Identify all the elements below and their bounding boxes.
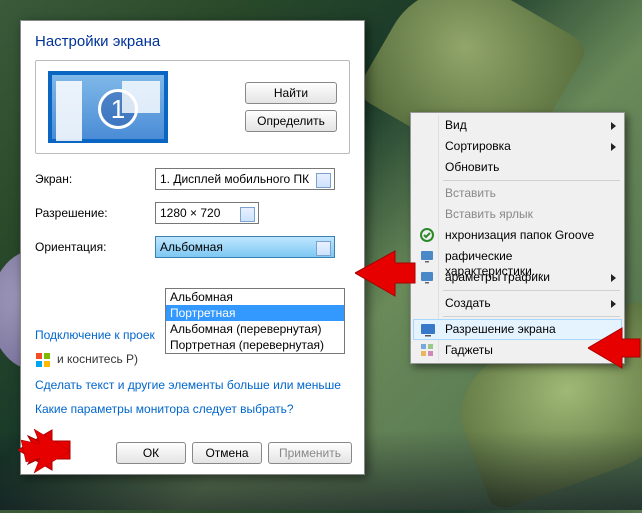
ctx-gfx-params[interactable]: араметры графики: [413, 267, 622, 288]
dialog-title: Настройки экрана: [35, 33, 350, 50]
ctx-groove[interactable]: нхронизация папок Groove: [413, 225, 622, 246]
projector-link[interactable]: Подключение к проек: [35, 328, 155, 342]
screen-label: Экран:: [35, 172, 155, 186]
orientation-dropdown-list[interactable]: Альбомная Портретная Альбомная (переверн…: [165, 288, 345, 354]
monitor-number: 1: [98, 89, 138, 129]
display-settings-dialog: Настройки экрана 1 Найти Определить Экра…: [20, 20, 365, 475]
apply-button[interactable]: Применить: [268, 442, 352, 464]
ctx-refresh[interactable]: Обновить: [413, 157, 622, 178]
ctx-sort[interactable]: Сортировка: [413, 136, 622, 157]
graphics-icon: [419, 269, 435, 285]
desktop-context-menu: Вид Сортировка Обновить Вставить Вставит…: [410, 112, 625, 364]
graphics-icon: [419, 248, 435, 264]
ctx-gadgets[interactable]: Гаджеты: [413, 340, 622, 361]
orientation-option-landscape-flipped[interactable]: Альбомная (перевернутая): [166, 321, 344, 337]
which-settings-link[interactable]: Какие параметры монитора следует выбрать…: [35, 402, 350, 416]
projector-note: и коснитесь Р): [57, 352, 138, 366]
ctx-separator: [443, 316, 620, 317]
monitor-preview-box: 1 Найти Определить: [35, 60, 350, 154]
windows-flag-icon: [35, 352, 51, 368]
resolution-label: Разрешение:: [35, 206, 155, 220]
ctx-screen-resolution[interactable]: Разрешение экрана: [413, 319, 622, 340]
ctx-separator: [443, 290, 620, 291]
resolution-dropdown[interactable]: 1280 × 720: [155, 202, 259, 224]
monitor-icon: [420, 322, 436, 338]
orientation-option-landscape[interactable]: Альбомная: [166, 289, 344, 305]
ctx-separator: [443, 180, 620, 181]
ctx-paste: Вставить: [413, 183, 622, 204]
detect-button[interactable]: Определить: [245, 110, 337, 132]
ctx-paste-shortcut: Вставить ярлык: [413, 204, 622, 225]
ctx-view[interactable]: Вид: [413, 115, 622, 136]
screen-dropdown[interactable]: 1. Дисплей мобильного ПК: [155, 168, 335, 190]
gadgets-icon: [419, 342, 435, 358]
cancel-button[interactable]: Отмена: [192, 442, 262, 464]
orientation-dropdown[interactable]: Альбомная: [155, 236, 335, 258]
textsize-link[interactable]: Сделать текст и другие элементы больше и…: [35, 378, 350, 392]
ctx-gfx-props[interactable]: рафические характеристики...: [413, 246, 622, 267]
monitor-thumbnail[interactable]: 1: [48, 71, 168, 143]
ctx-create[interactable]: Создать: [413, 293, 622, 314]
orientation-option-portrait-flipped[interactable]: Портретная (перевернутая): [166, 337, 344, 353]
groove-sync-icon: [419, 227, 435, 243]
orientation-option-portrait[interactable]: Портретная: [166, 305, 344, 321]
ok-button[interactable]: ОК: [116, 442, 186, 464]
find-button[interactable]: Найти: [245, 82, 337, 104]
orientation-label: Ориентация:: [35, 240, 155, 254]
